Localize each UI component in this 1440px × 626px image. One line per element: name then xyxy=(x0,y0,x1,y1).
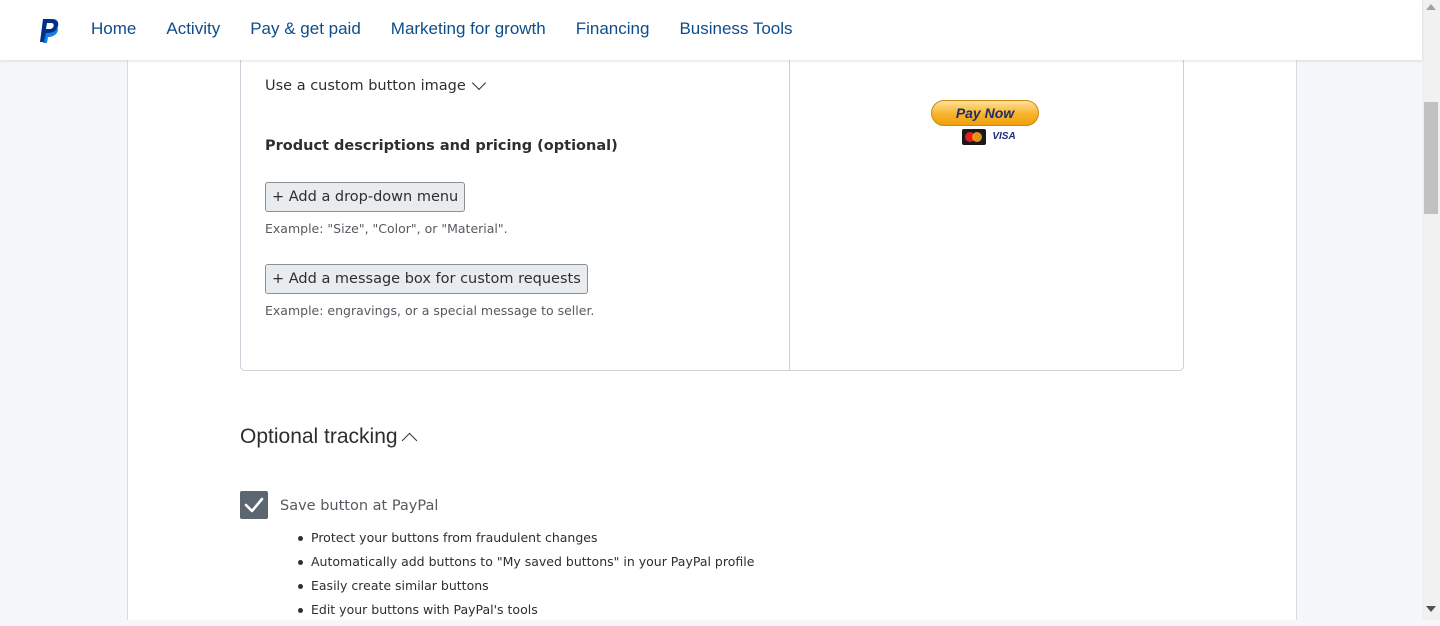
pay-now-preview-button[interactable]: Pay Now xyxy=(931,100,1039,126)
chevron-up-icon xyxy=(401,432,417,448)
nav-activity[interactable]: Activity xyxy=(166,19,220,39)
list-item: Protect your buttons from fraudulent cha… xyxy=(298,530,754,554)
mastercard-icon xyxy=(962,129,986,145)
nav-pay-get-paid[interactable]: Pay & get paid xyxy=(250,19,361,39)
message-box-hint: Example: engravings, or a special messag… xyxy=(265,303,595,318)
preview-divider xyxy=(789,40,790,370)
scrollbar-thumb[interactable] xyxy=(1424,102,1438,214)
nav-financing[interactable]: Financing xyxy=(576,19,650,39)
list-item: Automatically add buttons to "My saved b… xyxy=(298,554,754,578)
nav-home[interactable]: Home xyxy=(91,19,136,39)
optional-tracking-title: Optional tracking xyxy=(240,425,398,448)
save-button-label: Save button at PayPal xyxy=(280,498,439,514)
scroll-down-arrow-icon[interactable] xyxy=(1426,606,1436,612)
list-item: Edit your buttons with PayPal's tools xyxy=(298,602,754,626)
dropdown-hint: Example: "Size", "Color", or "Material". xyxy=(265,221,508,236)
custom-button-image-label: Use a custom button image xyxy=(265,78,466,94)
nav-business-tools[interactable]: Business Tools xyxy=(679,19,792,39)
visa-icon: VISA xyxy=(992,131,1016,142)
save-benefits-list: Protect your buttons from fraudulent cha… xyxy=(298,530,754,626)
nav-links: Home Activity Pay & get paid Marketing f… xyxy=(91,19,823,39)
product-descriptions-title: Product descriptions and pricing (option… xyxy=(265,138,618,154)
nav-marketing-for-growth[interactable]: Marketing for growth xyxy=(391,19,546,39)
save-button-checkbox[interactable] xyxy=(240,491,268,519)
chevron-down-icon xyxy=(471,75,486,91)
custom-button-image-toggle[interactable]: Use a custom button image xyxy=(265,75,486,94)
top-navigation: Home Activity Pay & get paid Marketing f… xyxy=(0,0,1422,60)
scroll-up-arrow-icon[interactable] xyxy=(1426,4,1436,10)
list-item: Easily create similar buttons xyxy=(298,578,754,602)
paypal-logo-icon[interactable] xyxy=(38,18,60,44)
checkmark-icon xyxy=(244,497,264,513)
vertical-scrollbar[interactable] xyxy=(1422,0,1440,620)
add-message-box-button[interactable]: + Add a message box for custom requests xyxy=(265,264,588,294)
add-dropdown-menu-button[interactable]: + Add a drop-down menu xyxy=(265,182,466,212)
optional-tracking-toggle[interactable]: Optional tracking xyxy=(240,425,417,449)
accepted-cards: VISA xyxy=(962,129,1018,145)
